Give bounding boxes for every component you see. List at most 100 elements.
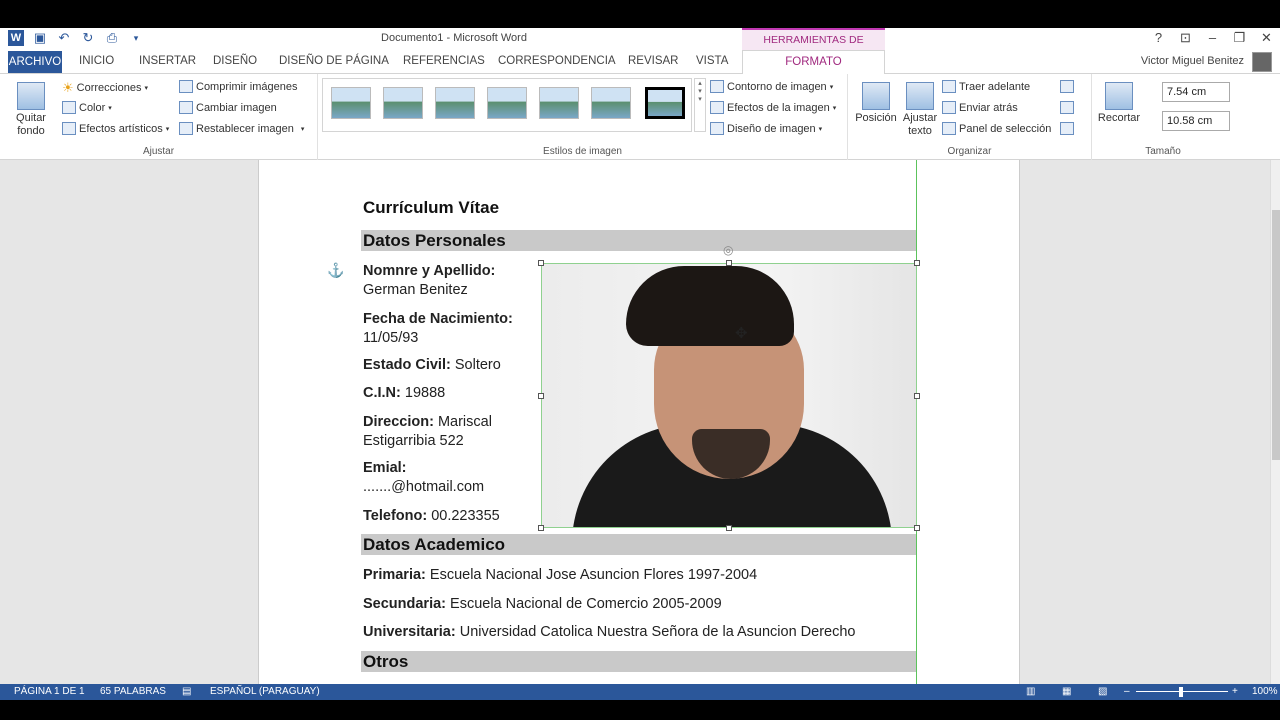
tab-mailings[interactable]: CORRESPONDENCIA — [498, 55, 616, 67]
color-label: Color — [79, 101, 106, 114]
resize-handle-s[interactable] — [726, 525, 732, 531]
picture-effects-label: Efectos de la imagen — [727, 101, 830, 114]
zoom-level[interactable]: 100% — [1252, 686, 1278, 697]
document-page[interactable]: Currículum Vítae Datos Personales ⚓ Nomn… — [258, 160, 1020, 684]
reset-picture-button[interactable]: Restablecer imagen ▾ — [179, 122, 304, 135]
ribbon: Quitar fondo ☀ Correcciones ▾ Color ▾ Efect… — [0, 74, 1280, 160]
group-label-size: Tamaño — [1145, 146, 1181, 157]
status-page[interactable]: PÁGINA 1 DE 1 — [14, 686, 85, 697]
resize-handle-nw[interactable] — [538, 260, 544, 266]
wrap-text-label: Ajustar texto — [902, 112, 938, 137]
tab-insert[interactable]: INSERTAR — [139, 55, 196, 67]
bring-forward-icon — [942, 80, 956, 93]
vertical-scrollbar[interactable] — [1270, 160, 1280, 684]
crop-button[interactable]: Recortar — [1096, 82, 1142, 125]
rotate-handle-icon[interactable]: ◎ — [723, 243, 733, 257]
effects-icon — [710, 101, 724, 114]
tab-format[interactable]: FORMATO — [742, 50, 885, 75]
remove-background-button[interactable]: Quitar fondo — [10, 82, 52, 138]
group-label-arrange: Organizar — [947, 146, 992, 157]
tab-references[interactable]: REFERENCIAS — [403, 55, 485, 67]
remove-background-label: Quitar fondo — [16, 112, 46, 137]
picture-tools-context-label: HERRAMIENTAS DE IMAGEN — [742, 28, 885, 66]
align-button[interactable] — [1060, 80, 1074, 93]
print-layout-icon[interactable]: ▦ — [1062, 686, 1071, 697]
avatar[interactable] — [1252, 52, 1272, 72]
resize-handle-e[interactable] — [914, 393, 920, 399]
address-value-1: Mariscal — [437, 414, 492, 430]
resize-handle-w[interactable] — [538, 393, 544, 399]
field-name: Nomnre y Apellido: German Benitez — [363, 262, 495, 300]
status-language[interactable]: ESPAÑOL (PARAGUAY) — [210, 686, 320, 697]
address-value-2: Estigarribia 522 — [363, 433, 464, 449]
cin-value: 19888 — [404, 385, 446, 401]
resize-handle-n[interactable] — [726, 260, 732, 266]
bring-forward-button[interactable]: Traer adelante — [942, 80, 1030, 93]
web-layout-icon[interactable]: ▧ — [1098, 686, 1107, 697]
status-words[interactable]: 65 PALABRAS — [100, 686, 166, 697]
wrap-text-button[interactable]: Ajustar texto — [900, 82, 940, 138]
compress-pictures-button[interactable]: Comprimir imágenes — [179, 80, 297, 93]
rotate-button[interactable] — [1060, 122, 1074, 135]
gallery-scroll[interactable]: ▴ ▾ ▾ — [694, 78, 706, 132]
style-thumb-4[interactable] — [487, 87, 527, 119]
height-spinner[interactable]: 7.54 cm — [1162, 82, 1230, 102]
group-icon — [1060, 101, 1074, 114]
restore-button[interactable]: ❐ — [1226, 30, 1253, 46]
tab-design[interactable]: DISEÑO — [213, 55, 257, 67]
tab-home[interactable]: INICIO — [79, 55, 114, 67]
tab-view[interactable]: VISTA — [696, 55, 728, 67]
send-backward-button[interactable]: Enviar atrás — [942, 101, 1018, 114]
style-thumb-5[interactable] — [539, 87, 579, 119]
scroll-thumb[interactable] — [1272, 210, 1280, 460]
style-thumb-7[interactable] — [645, 87, 685, 119]
artistic-effects-label: Efectos artísticos — [79, 122, 163, 135]
cin-label: C.I.N: — [363, 385, 401, 401]
title-bar: W ▣ ↶ ↻ ⎙ ▾ Documento1 - Microsoft Word … — [0, 28, 1280, 66]
group-button[interactable] — [1060, 101, 1074, 114]
chevron-down-icon: ▾ — [829, 83, 834, 91]
minimize-button[interactable]: – — [1199, 30, 1226, 46]
resize-handle-se[interactable] — [914, 525, 920, 531]
picture-border-button[interactable]: Contorno de imagen ▾ — [710, 80, 833, 93]
zoom-out-icon[interactable]: – — [1124, 686, 1130, 697]
picture-layout-button[interactable]: Diseño de imagen ▾ — [710, 122, 822, 135]
secundaria-label: Secundaria: — [363, 596, 446, 612]
width-spinner[interactable]: 10.58 cm — [1162, 111, 1230, 131]
style-thumb-1[interactable] — [331, 87, 371, 119]
corrections-button[interactable]: ☀ Correcciones ▾ — [62, 80, 148, 96]
chevron-down-icon: ▾ — [108, 104, 112, 112]
zoom-slider-thumb[interactable] — [1179, 687, 1183, 697]
compress-icon — [179, 80, 193, 93]
profile-photo[interactable] — [541, 263, 917, 528]
group-size: Recortar 7.54 cm 10.58 cm Tamaño — [1092, 74, 1234, 160]
style-thumb-3[interactable] — [435, 87, 475, 119]
help-button[interactable]: ? — [1145, 30, 1172, 46]
close-button[interactable]: ✕ — [1253, 30, 1280, 46]
tab-file[interactable]: ARCHIVO — [8, 51, 62, 73]
name-label: Nomnre y Apellido: — [363, 263, 496, 279]
picture-layout-label: Diseño de imagen — [727, 122, 816, 135]
sun-icon: ☀ — [62, 80, 74, 95]
tab-review[interactable]: REVISAR — [628, 55, 679, 67]
user-name[interactable]: Victor Miguel Benitez — [1141, 55, 1244, 67]
read-mode-icon[interactable]: ▥ — [1026, 686, 1035, 697]
position-button[interactable]: Posición — [854, 82, 898, 125]
change-picture-button[interactable]: Cambiar imagen — [179, 101, 277, 114]
zoom-in-icon[interactable]: + — [1232, 686, 1238, 697]
picture-effects-button[interactable]: Efectos de la imagen ▾ — [710, 101, 836, 114]
selection-pane-button[interactable]: Panel de selección — [942, 122, 1051, 135]
ribbon-display-button[interactable]: ⊡ — [1172, 30, 1199, 46]
proofing-icon[interactable]: ▤ — [182, 686, 191, 697]
color-button[interactable]: Color ▾ — [62, 101, 112, 114]
email-value: .......@hotmail.com — [363, 479, 485, 495]
field-secundaria: Secundaria: Escuela Nacional de Comercio… — [363, 595, 722, 614]
field-primaria: Primaria: Escuela Nacional Jose Asuncion… — [363, 566, 757, 585]
tab-page-layout[interactable]: DISEÑO DE PÁGINA — [279, 55, 389, 67]
style-thumb-2[interactable] — [383, 87, 423, 119]
resize-handle-sw[interactable] — [538, 525, 544, 531]
name-value: German Benitez — [363, 282, 468, 298]
style-thumb-6[interactable] — [591, 87, 631, 119]
artistic-effects-button[interactable]: Efectos artísticos ▾ — [62, 122, 169, 135]
resize-handle-ne[interactable] — [914, 260, 920, 266]
